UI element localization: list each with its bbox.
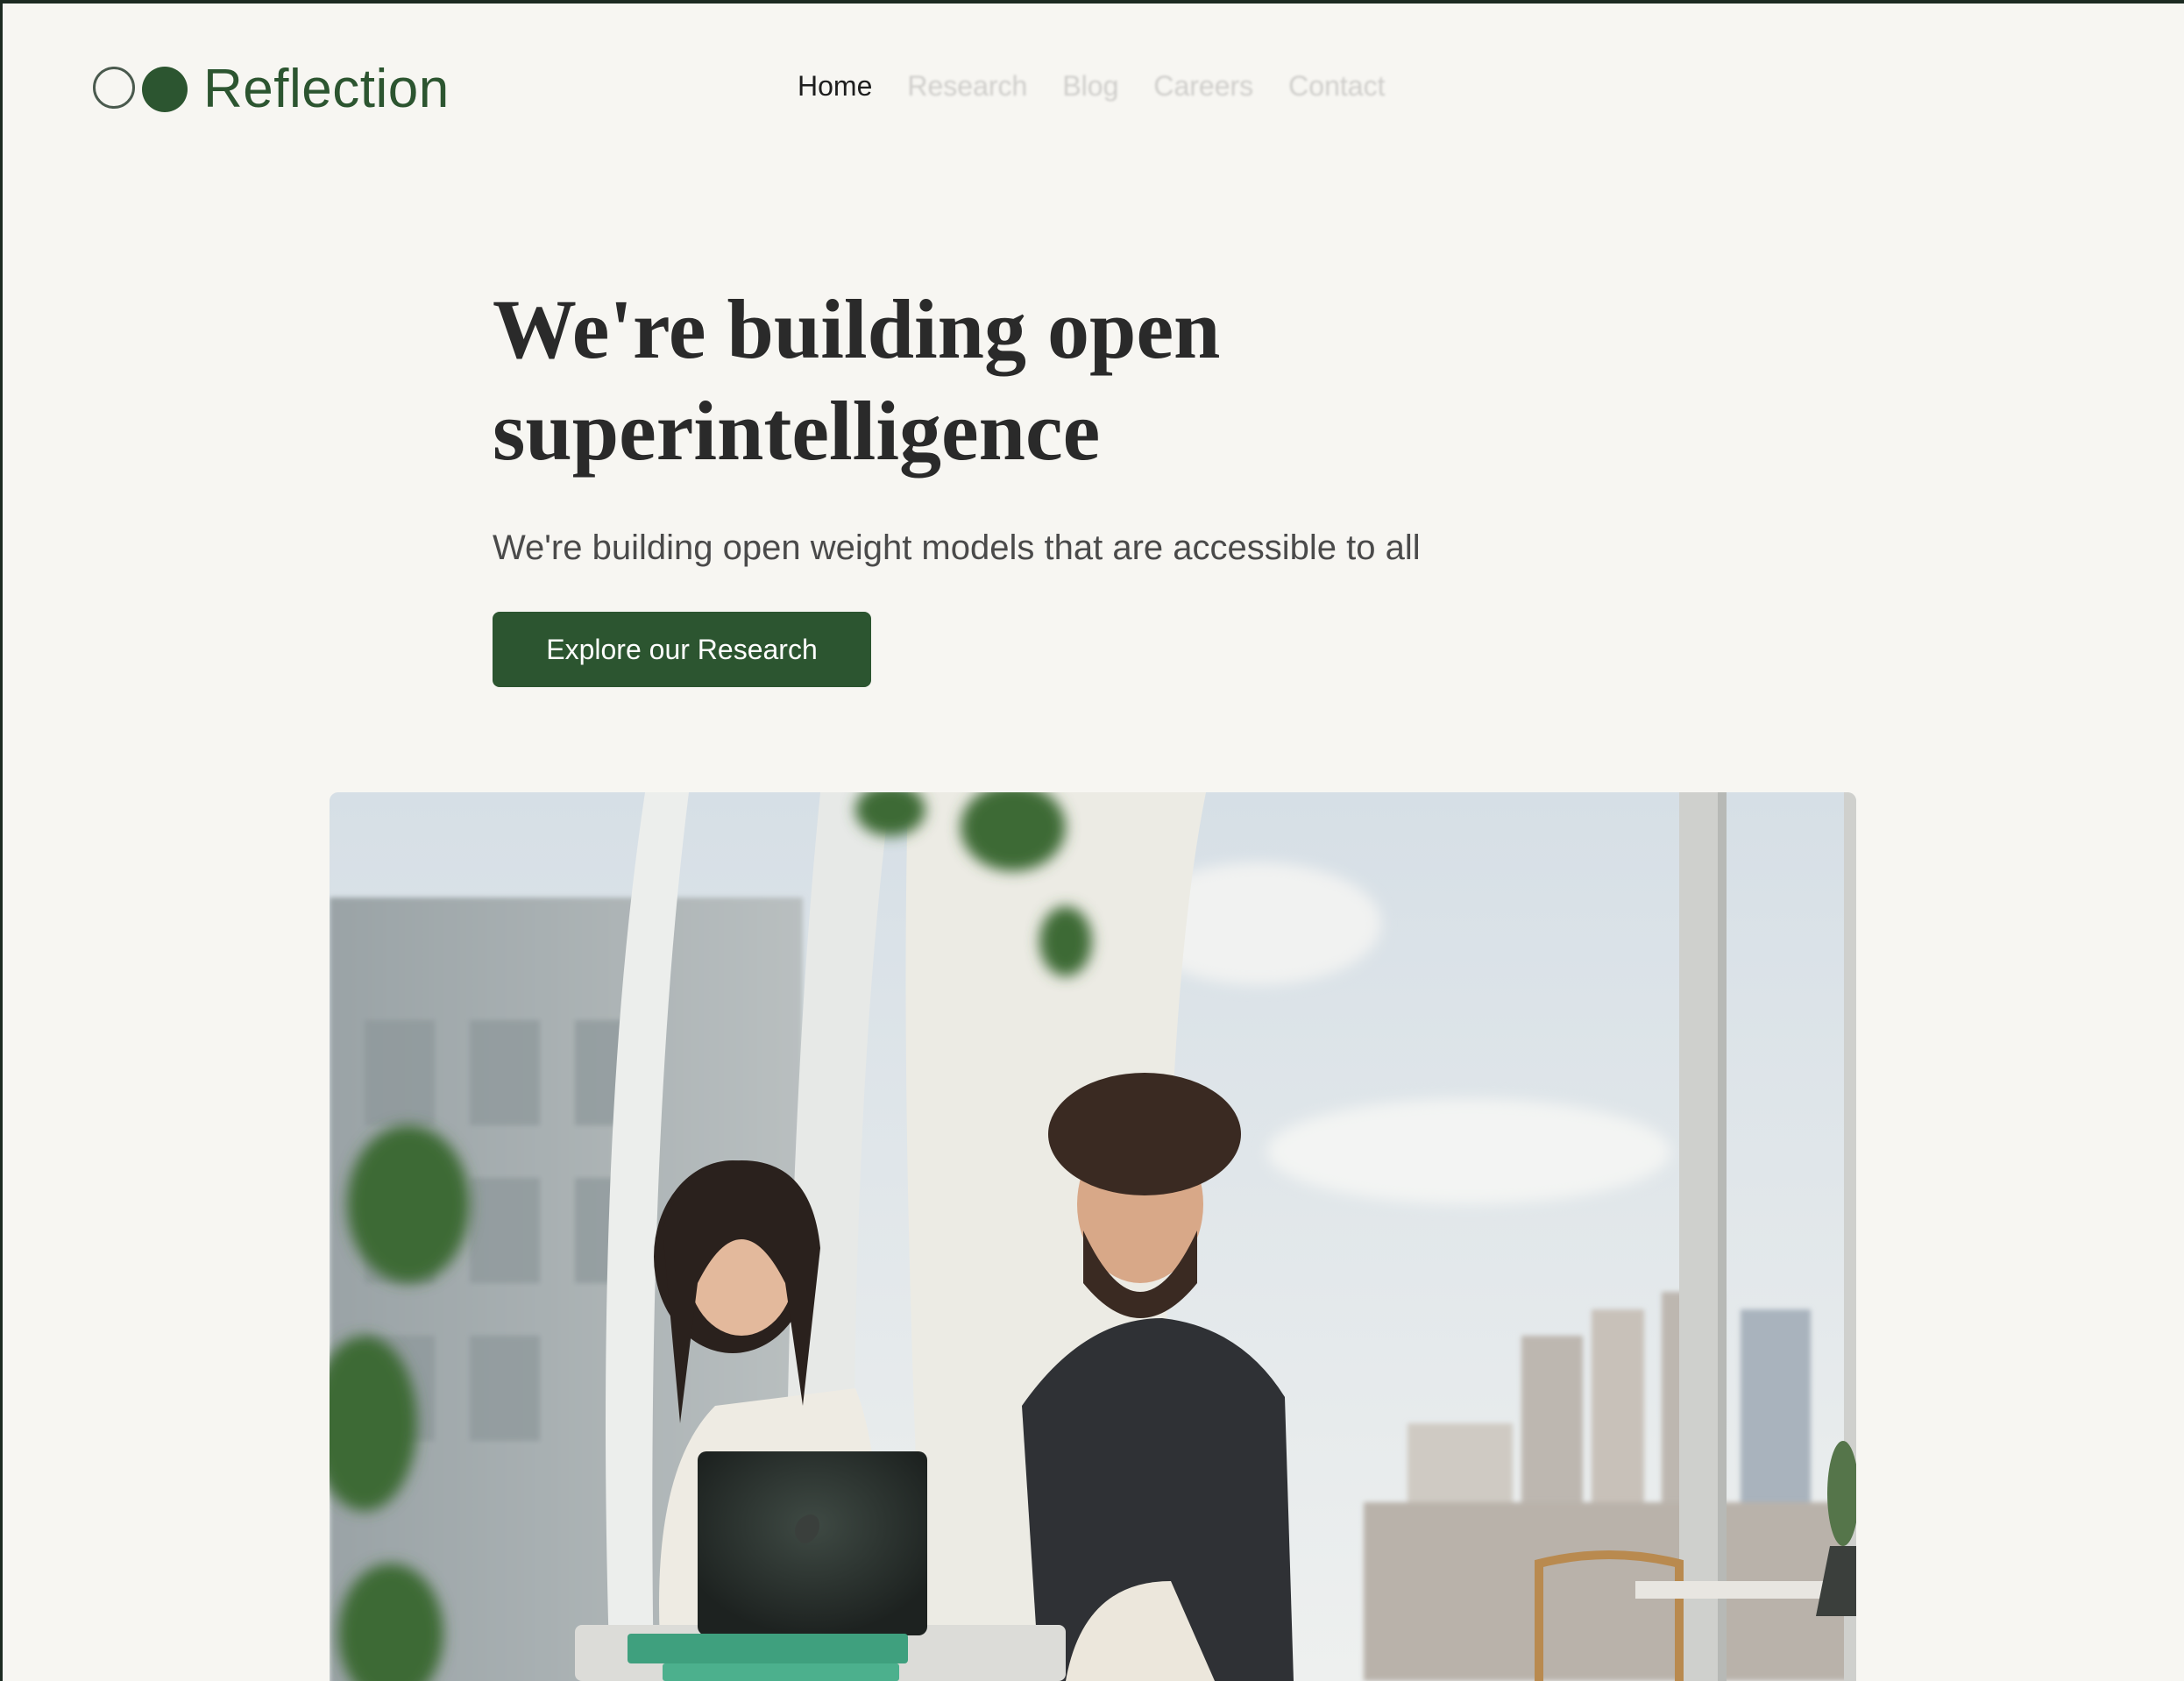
hero-subtitle: We're building open weight models that a… [493,528,1421,567]
hero-title-line-1: We're building open [493,282,1221,376]
main-nav: Home Research Blog Careers Contact [798,70,1385,103]
hero-photo [330,792,1856,1681]
nav-item-blog[interactable]: Blog [1062,70,1118,103]
brand-logo[interactable]: Reflection [93,54,450,124]
logo-dot-icon [142,67,188,112]
nav-item-careers[interactable]: Careers [1153,70,1253,103]
brand-name: Reflection [203,59,450,119]
hero-photo-illustration [330,792,1856,1681]
nav-item-research[interactable]: Research [907,70,1027,103]
explore-research-button[interactable]: Explore our Research [493,612,871,687]
logo-icon [93,65,189,114]
nav-item-home[interactable]: Home [798,70,872,103]
nav-item-contact[interactable]: Contact [1288,70,1385,103]
logo-ring-icon [93,67,135,109]
hero-title: We're building open superintelligence [493,279,1544,482]
hero-title-line-2: superintelligence [493,384,1101,478]
